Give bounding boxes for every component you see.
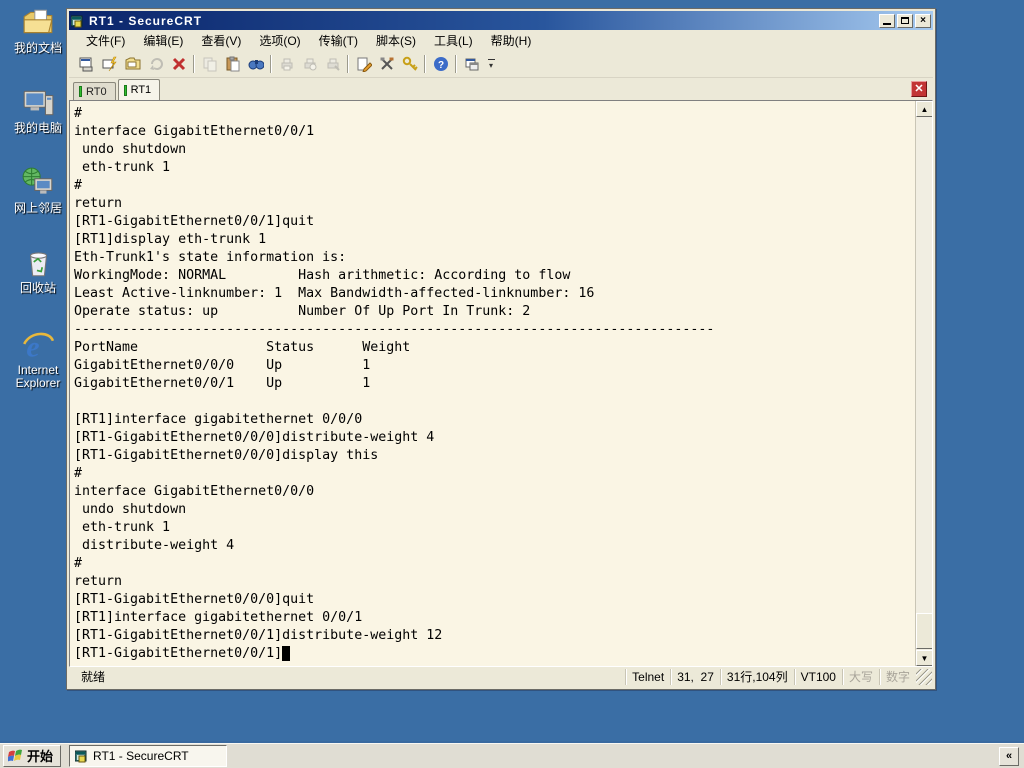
status-ready: 就绪 [81,670,106,684]
session-tab-rt0[interactable]: RT0 [73,82,116,100]
vertical-scrollbar[interactable]: ▲ ▼ [915,101,932,666]
toolbar-separator [270,55,272,73]
connect-icon[interactable] [75,53,98,75]
find-icon[interactable] [244,53,267,75]
start-label: 开始 [27,749,54,764]
menu-bar: 文件(F) 编辑(E) 查看(V) 选项(O) 传输(T) 脚本(S) 工具(L) 帮助(H) [69,30,933,51]
toolbar: ? ▾ [69,51,933,78]
securecrt-task-icon [75,750,87,762]
scroll-up-icon[interactable]: ▲ [916,101,932,117]
tray-collapse-button[interactable]: « [999,747,1019,766]
session-tab-bar: RT0 RT1 ✕ [69,78,933,100]
desktop-icon-label: Internet Explorer [15,363,61,390]
scroll-down-icon[interactable]: ▼ [916,650,932,666]
desktop-icon-label: 我的文档 [13,41,62,55]
session-options-icon[interactable] [352,53,375,75]
help-icon[interactable]: ? [429,53,452,75]
taskbar-task-securecrt[interactable]: RT1 - SecureCRT [69,744,228,767]
quick-connect-icon[interactable] [98,53,121,75]
my-computer-icon [23,90,54,116]
close-session-icon[interactable]: ✕ [911,81,927,97]
svg-text:?: ? [437,60,443,71]
status-cursor-position: 31, 27 [670,669,720,685]
menu-s[interactable]: 脚本(S) [367,30,425,51]
menu-h[interactable]: 帮助(H) [482,30,541,51]
session-connected-indicator [123,84,127,96]
status-caps-lock: 大写 [841,669,879,685]
my-documents-icon [23,9,53,34]
maximize-button[interactable] [897,13,913,28]
session-manager-icon[interactable] [460,53,483,75]
securecrt-app-icon [71,15,83,27]
status-emulation: VT100 [793,669,842,685]
paste-icon[interactable] [221,53,244,75]
session-tab-rt1[interactable]: RT1 [117,79,161,100]
status-num-lock: 数字 [878,669,916,685]
session-tab-label: RT0 [86,85,107,98]
disconnect-icon[interactable] [167,53,190,75]
desktop-icon-my-computer[interactable]: 我的电脑 [2,86,74,135]
print-preview-icon [298,53,321,75]
desktop-icon-recycle-bin[interactable]: 回收站 [2,246,74,295]
desktop-icon-network-places[interactable]: 网上邻居 [2,166,74,215]
toolbar-separator [455,55,457,73]
toolbar-separator [347,55,349,73]
window-title: RT1 - SecureCRT [89,13,203,28]
minimize-button[interactable] [879,13,895,28]
task-label: RT1 - SecureCRT [93,748,189,763]
terminal-cursor [282,646,291,661]
close-button[interactable]: × [915,13,931,28]
desktop-icon-my-documents[interactable]: 我的文档 [2,6,74,55]
desktop-icon-label: 回收站 [19,281,56,295]
scrollbar-thumb[interactable] [916,613,932,649]
menu-e[interactable]: 编辑(E) [134,30,192,51]
desktop: 我的文档我的电脑网上邻居回收站 e Internet Explorer RT1 - … [0,0,1024,768]
resize-grip[interactable] [916,669,932,685]
status-bar: 就绪 Telnet 31, 27 31行,104列 VT100 大写 数字 [69,667,933,687]
connect-in-tab-icon[interactable] [121,53,144,75]
taskbar: 开始 RT1 - SecureCRT « [0,741,1024,768]
title-bar[interactable]: RT1 - SecureCRT × [69,11,933,30]
status-terminal-size: 31行,104列 [719,669,794,685]
global-options-icon[interactable] [375,53,398,75]
securecrt-window: RT1 - SecureCRT × 文件(F) 编辑(E) 查看(V) 选项(O) 传输… [66,8,936,690]
menu-f[interactable]: 文件(F) [77,30,134,51]
toolbar-separator [424,55,426,73]
menu-v[interactable]: 查看(V) [192,30,250,51]
toolbar-overflow-button[interactable]: ▾ [485,53,497,75]
status-protocol: Telnet [625,669,670,685]
desktop-icon-label: 我的电脑 [13,121,62,135]
internet-explorer-icon: e [23,331,55,362]
toolbar-separator [193,55,195,73]
terminal-screen[interactable]: # interface GigabitEthernet0/0/1 undo sh… [70,101,915,666]
start-button[interactable]: 开始 [3,744,62,767]
desktop-icon-label: 网上邻居 [13,201,62,215]
network-places-icon [22,167,53,194]
session-tab-label: RT1 [130,84,152,96]
reconnect-icon [144,53,167,75]
terminal-frame: # interface GigabitEthernet0/0/1 undo sh… [69,100,933,667]
windows-logo-icon [8,749,22,761]
menu-o[interactable]: 选项(O) [250,30,309,51]
recycle-bin-icon [29,252,48,277]
print-icon [275,53,298,75]
session-connected-indicator [79,86,82,97]
copy-icon [198,53,221,75]
menu-t[interactable]: 传输(T) [310,30,367,51]
print-setup-icon [321,53,344,75]
menu-l[interactable]: 工具(L) [425,30,482,51]
desktop-icon-internet-explorer[interactable]: e Internet Explorer [2,328,74,390]
terminal-text: # interface GigabitEthernet0/0/1 undo sh… [74,106,715,661]
keymap-icon[interactable] [398,53,421,75]
